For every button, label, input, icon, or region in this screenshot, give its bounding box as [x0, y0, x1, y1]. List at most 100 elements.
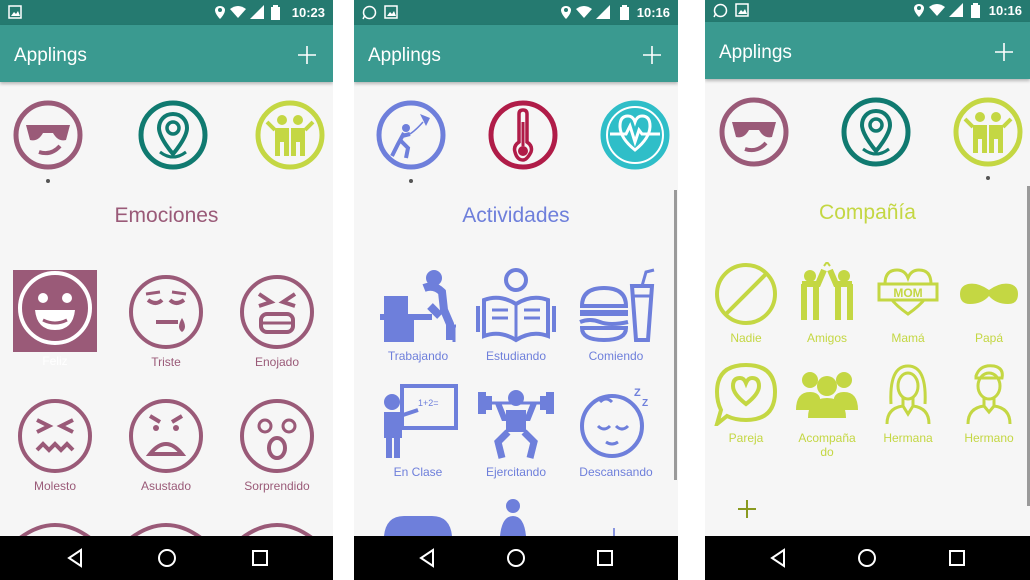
screen-compania: 10:16 Applings Compañía Nadie Amigos MOM… [705, 0, 1030, 580]
app-title: Applings [368, 45, 441, 66]
recents-icon[interactable] [948, 548, 966, 568]
tile-label: Hermana [883, 431, 933, 445]
add-company-icon[interactable] [737, 499, 757, 519]
tile-label: Acompaña do [798, 431, 856, 459]
company-tile-hermano[interactable]: Hermano [954, 362, 1024, 445]
emotion-tile-enojado[interactable]: Enojado [235, 272, 319, 369]
status-time: 10:23 [291, 5, 325, 20]
tile-label: Descansando [579, 465, 653, 479]
emotion-tile-triste[interactable]: Triste [124, 272, 208, 369]
section-title: Emociones [114, 204, 219, 227]
tile-label: Estudiando [485, 349, 547, 363]
weightlifting-icon [478, 390, 554, 459]
company-tile-pareja[interactable]: Pareja [711, 362, 781, 445]
category-places-button[interactable] [841, 97, 911, 167]
company-tile-papa[interactable]: Papá [954, 262, 1024, 345]
app-title: Applings [14, 45, 87, 66]
recents-icon[interactable] [596, 548, 614, 568]
mom-heart-icon: MOM [877, 268, 939, 316]
tile-label: Hermano [964, 431, 1014, 445]
company-tile-amigos[interactable]: Amigos [792, 260, 862, 345]
category-health-button[interactable] [488, 100, 558, 170]
sleeping-face-icon: Z Z [580, 387, 648, 458]
activity-tile-comiendo[interactable]: Comiendo [574, 266, 658, 363]
status-time: 10:16 [988, 3, 1022, 18]
mustache-icon [960, 283, 1018, 304]
emotion-tile-sorprendido[interactable]: Sorprendido [235, 396, 319, 493]
home-icon[interactable] [506, 548, 526, 568]
status-bar: 10:16 [705, 0, 1030, 22]
category-company-button[interactable] [255, 100, 325, 170]
company-tile-hermana[interactable]: Hermana [873, 362, 943, 445]
signal-icon [949, 3, 963, 17]
navigation-bar [705, 536, 1030, 580]
company-tile-nadie[interactable]: Nadie [711, 262, 781, 345]
category-places-button[interactable] [138, 100, 208, 170]
studying-book-icon [476, 268, 556, 343]
screen-emociones: 10:23 Applings Emociones Feliz Triste En… [0, 0, 333, 580]
scared-face-icon [129, 399, 203, 473]
category-wellbeing-button[interactable] [600, 100, 670, 170]
back-icon[interactable] [418, 548, 436, 568]
category-activities-button[interactable] [376, 100, 446, 170]
category-emotions-button[interactable] [13, 100, 83, 170]
category-emotions-button[interactable] [719, 97, 789, 167]
tile-label: Papá [974, 331, 1004, 345]
happy-face-icon [18, 271, 92, 345]
activity-tile-descansando[interactable]: Z Z Descansando [574, 382, 658, 479]
emotion-tile-feliz[interactable]: Feliz [13, 270, 97, 368]
battery-icon [971, 3, 980, 18]
location-status-icon [215, 6, 225, 19]
person-icon [500, 499, 526, 536]
whatsapp-icon [713, 3, 728, 18]
screen-actividades: 10:16 Applings Actividades Trabajando Es… [354, 0, 678, 580]
status-bar: 10:23 [0, 0, 333, 25]
recents-icon[interactable] [251, 548, 269, 568]
selected-indicator [46, 179, 50, 183]
emotion-tile-molesto[interactable]: Molesto [13, 396, 97, 493]
gallery-icon [8, 5, 22, 19]
brother-icon [966, 364, 1012, 425]
angry-face-icon [240, 275, 314, 349]
signal-icon [596, 5, 610, 19]
tile-label: Enojado [254, 355, 300, 369]
scrollbar[interactable] [674, 190, 677, 480]
activity-tile-ejercitando[interactable]: Ejercitando [474, 382, 558, 479]
back-icon[interactable] [769, 548, 787, 568]
surprised-face-icon [240, 399, 314, 473]
category-company-button[interactable] [953, 97, 1023, 167]
add-icon[interactable] [994, 42, 1014, 62]
company-tile-acompanado[interactable]: Acompaña do [792, 362, 862, 459]
selected-indicator [409, 179, 413, 183]
tile-label: Mamá [891, 331, 925, 345]
home-icon[interactable] [857, 548, 877, 568]
home-icon[interactable] [157, 548, 177, 568]
app-title: Applings [719, 42, 792, 63]
location-status-icon [561, 6, 571, 19]
activity-tile-trabajando[interactable]: Trabajando [376, 266, 460, 363]
wifi-icon [230, 6, 246, 18]
section-title: Actividades [462, 204, 570, 227]
back-icon[interactable] [66, 548, 84, 568]
add-icon[interactable] [642, 45, 662, 65]
svg-text:1+2=: 1+2= [418, 398, 439, 408]
battery-icon [271, 5, 280, 20]
tile-label: Trabajando [387, 349, 449, 363]
svg-text:Z: Z [642, 398, 648, 409]
heart-bubble-icon [713, 362, 778, 430]
add-icon[interactable] [297, 45, 317, 65]
company-tile-mama[interactable]: MOM Mamá [873, 262, 943, 345]
nobody-icon [715, 263, 777, 325]
group-people-icon [796, 372, 858, 418]
battery-icon [620, 5, 629, 20]
app-bar: Applings [354, 25, 678, 82]
emotion-tile-asustado[interactable]: Asustado [124, 396, 208, 493]
plus-partial-icon [613, 528, 615, 536]
activity-tile-estudiando[interactable]: Estudiando [474, 266, 558, 363]
navigation-bar [0, 536, 333, 580]
wifi-icon [929, 4, 945, 16]
working-desk-icon [380, 270, 456, 342]
location-status-icon [914, 4, 924, 17]
activity-tile-en-clase[interactable]: 1+2= En Clase [376, 382, 460, 479]
navigation-bar [354, 536, 678, 580]
